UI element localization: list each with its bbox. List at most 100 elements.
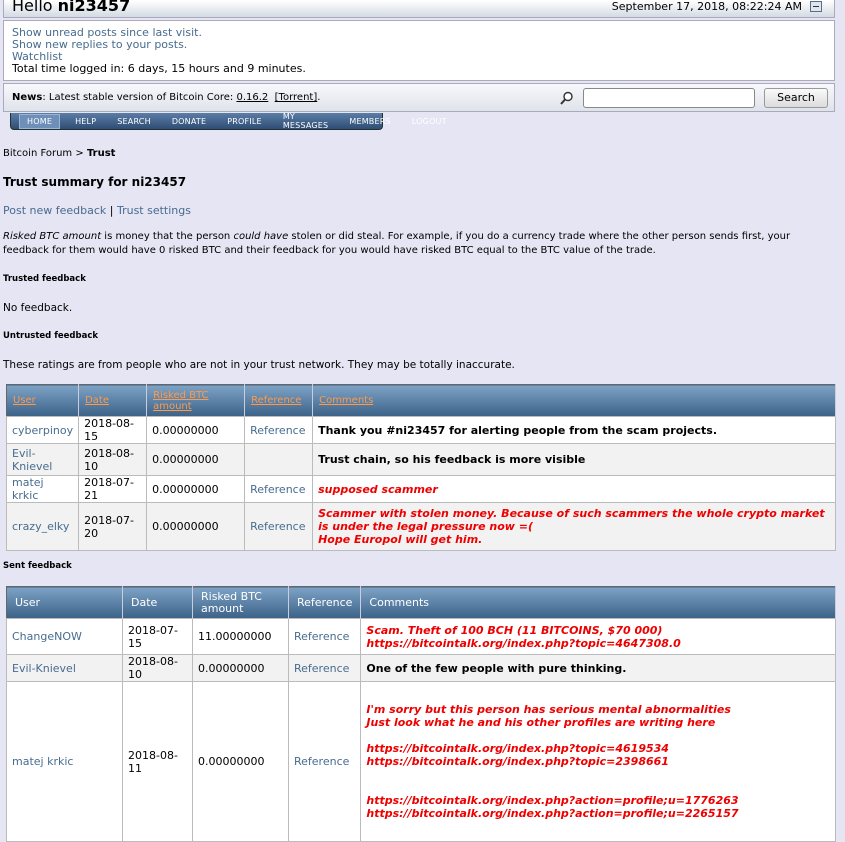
- user-link[interactable]: Evil-Knievel: [12, 662, 76, 675]
- user-link[interactable]: matej krkic: [12, 755, 73, 768]
- table-cell: Reference: [244, 502, 314, 551]
- search-input[interactable]: [583, 88, 755, 108]
- table-cell: 0.00000000: [192, 654, 289, 682]
- table-cell: 2018-08-10: [122, 654, 193, 682]
- table-row: crazy_elky 2018-07-20 0.00000000 Reference S…: [5, 502, 836, 551]
- risked-cell: 0.00000000: [198, 661, 265, 675]
- date-cell: 2018-08-10: [84, 446, 135, 473]
- reference-link[interactable]: Reference: [250, 424, 305, 437]
- date-cell: 2018-07-20: [84, 513, 135, 540]
- nav-logout[interactable]: LOGOUT: [406, 116, 453, 127]
- col-risked: Risked BTC amount: [192, 586, 289, 619]
- page-title: Trust summary for ni23457: [3, 175, 187, 189]
- user-info-box: Show unread posts since last visit. Show…: [3, 20, 835, 81]
- col-user[interactable]: User: [6, 384, 80, 417]
- col-risked[interactable]: Risked BTC amount: [146, 384, 246, 417]
- table-cell: Reference: [287, 654, 362, 682]
- user-link[interactable]: ChangeNOW: [12, 630, 82, 643]
- table-cell: matej krkic: [6, 681, 123, 842]
- comment-cell: I'm sorry but this person has serious me…: [366, 703, 739, 820]
- user-link[interactable]: matej krkic: [12, 476, 44, 502]
- table-cell: Reference: [244, 475, 314, 503]
- col-user: User: [6, 586, 123, 619]
- nav-search[interactable]: SEARCH: [111, 116, 157, 127]
- greeting: Hello ni23457: [12, 0, 130, 15]
- breadcrumb-current: Trust: [86, 148, 116, 159]
- col-reference[interactable]: Reference: [244, 384, 314, 417]
- reference-link[interactable]: Reference: [294, 755, 349, 768]
- nav-donate[interactable]: DONATE: [166, 116, 212, 127]
- date-cell: 2018-08-15: [84, 417, 135, 443]
- sent-heading: Sent feedback: [3, 561, 72, 571]
- table-cell: 2018-08-11: [122, 681, 193, 842]
- comment-cell: Scammer with stolen money. Because of su…: [318, 507, 825, 546]
- col-comments[interactable]: Comments: [312, 384, 836, 417]
- reference-link[interactable]: Reference: [250, 483, 305, 496]
- breadcrumb-forum[interactable]: Bitcoin Forum: [3, 148, 72, 159]
- table-cell: Scammer with stolen money. Because of su…: [312, 502, 836, 551]
- nav-home[interactable]: HOME: [19, 113, 61, 129]
- table-cell: Reference: [287, 681, 362, 842]
- news-end: .: [317, 92, 321, 103]
- table-header-row: User Date Risked BTC amount Reference Co…: [6, 384, 836, 417]
- untrusted-heading: Untrusted feedback: [3, 331, 99, 341]
- comment-cell: supposed scammer: [318, 482, 438, 496]
- table-cell: [244, 443, 314, 476]
- risked-cell: 0.00000000: [152, 453, 219, 466]
- username: ni23457: [57, 0, 131, 15]
- table-row: ChangeNOW 2018-07-15 11.00000000 Reference S…: [6, 618, 836, 655]
- risk-description: Risked BTC amount is money that the pers…: [3, 230, 838, 258]
- table-cell: Scam. Theft of 100 BCH (11 BITCOINS, $70…: [360, 618, 836, 655]
- risk-desc-1: is money that the person: [101, 231, 234, 242]
- nav-my-messages[interactable]: MY MESSAGES: [277, 111, 335, 131]
- table-cell: Thank you #ni23457 for alerting people f…: [312, 416, 836, 444]
- top-bar: Hello ni23457 September 17, 2018, 08:22:…: [3, 0, 835, 18]
- table-cell: matej krkic: [5, 475, 80, 503]
- user-link[interactable]: Evil-Knievel: [12, 447, 52, 473]
- link-sep: |: [106, 204, 117, 217]
- table-cell: cyberpinoy: [5, 416, 80, 444]
- table-cell: 0.00000000: [146, 475, 246, 503]
- table-row: matej krkic 2018-08-11 0.00000000 Reference…: [6, 681, 836, 842]
- table-cell: I'm sorry but this person has serious me…: [360, 681, 836, 842]
- collapse-icon[interactable]: [810, 1, 822, 12]
- date-cell: 2018-08-11: [128, 748, 178, 775]
- news-body: : Latest stable version of Bitcoin Core:: [42, 92, 237, 103]
- datetime: September 17, 2018, 08:22:24 AM: [611, 0, 802, 13]
- comment-cell: Trust chain, so his feedback is more vis…: [318, 453, 586, 466]
- post-feedback-link[interactable]: Post new feedback: [3, 204, 106, 217]
- reference-link[interactable]: Reference: [294, 630, 349, 643]
- table-cell: Evil-Knievel: [5, 443, 80, 476]
- table-cell: 11.00000000: [192, 618, 289, 655]
- col-date: Date: [122, 586, 193, 619]
- table-cell: One of the few people with pure thinking…: [360, 654, 836, 682]
- table-row: cyberpinoy 2018-08-15 0.00000000 Reference T…: [5, 416, 836, 444]
- table-cell: Reference: [244, 416, 314, 444]
- torrent-link[interactable]: [Torrent]: [275, 92, 318, 103]
- risked-cell: 0.00000000: [152, 482, 219, 496]
- table-cell: 2018-07-20: [78, 502, 148, 551]
- table-cell: 0.00000000: [146, 443, 246, 476]
- risked-cell: 11.00000000: [198, 630, 272, 643]
- user-link[interactable]: cyberpinoy: [12, 424, 73, 437]
- col-reference: Reference: [288, 586, 362, 619]
- user-link[interactable]: crazy_elky: [12, 520, 69, 533]
- nav-help[interactable]: HELP: [69, 116, 102, 127]
- table-cell: Evil-Knievel: [6, 654, 123, 682]
- reference-link[interactable]: Reference: [250, 520, 305, 533]
- table-cell: Trust chain, so his feedback is more vis…: [312, 443, 836, 476]
- breadcrumb: Bitcoin Forum > Trust: [3, 148, 115, 159]
- reference-link[interactable]: Reference: [294, 662, 349, 675]
- search-button[interactable]: Search: [764, 88, 828, 108]
- date-cell: 2018-07-15: [128, 623, 178, 650]
- col-date[interactable]: Date: [78, 384, 148, 417]
- nav-members[interactable]: MEMBERS: [343, 116, 396, 127]
- news-text: News: Latest stable version of Bitcoin C…: [12, 92, 320, 103]
- table-cell: crazy_elky: [5, 502, 80, 551]
- trust-settings-link[interactable]: Trust settings: [117, 204, 191, 217]
- breadcrumb-sep: >: [72, 148, 87, 159]
- risked-cell: 0.00000000: [152, 423, 219, 437]
- nav-profile[interactable]: PROFILE: [221, 116, 268, 127]
- version-link[interactable]: 0.16.2: [236, 92, 268, 103]
- table-cell: 2018-08-15: [78, 416, 148, 444]
